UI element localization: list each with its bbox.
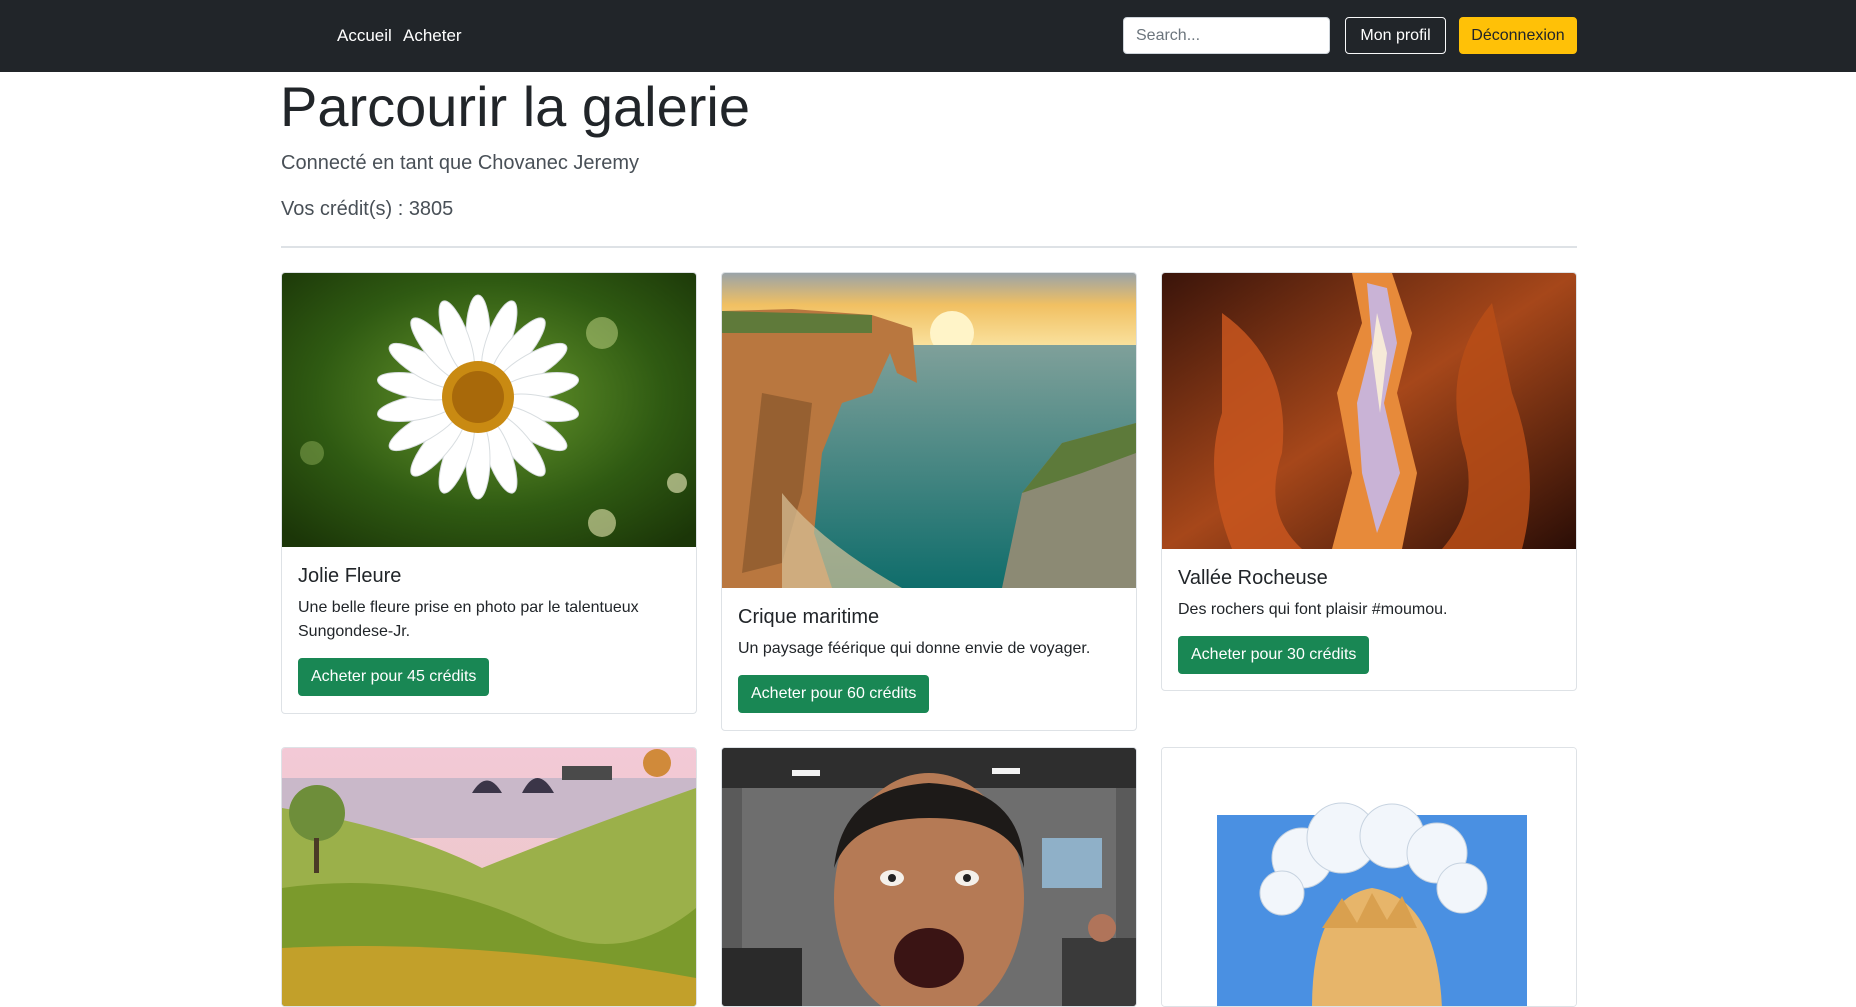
- gallery-card: [281, 747, 697, 1007]
- card-body: Crique maritime Un paysage féérique qui …: [738, 606, 1118, 713]
- card-text: Des rochers qui font plaisir #moumou.: [1178, 601, 1448, 618]
- card-text: Un paysage féérique qui donne envie de v…: [738, 640, 1091, 657]
- card-image-sea-cliff: [722, 273, 1136, 588]
- profile-button[interactable]: Mon profil: [1345, 17, 1446, 54]
- top-navbar: Accueil Acheter Mon profil Déconnexion: [0, 0, 1856, 72]
- card-body: Vallée Rocheuse Des rochers qui font pla…: [1178, 567, 1558, 674]
- card-image-canyon: [1162, 273, 1576, 549]
- gallery-card: Jolie Fleure Une belle fleure prise en p…: [281, 272, 697, 714]
- divider: [281, 246, 1577, 248]
- card-image-anime-character: [1162, 748, 1576, 1006]
- buy-button[interactable]: Acheter pour 45 crédits: [298, 658, 490, 696]
- credits-text: Vos crédit(s) : 3805: [281, 198, 454, 220]
- buy-button[interactable]: Acheter pour 60 crédits: [738, 675, 930, 713]
- card-body: Jolie Fleure Une belle fleure prise en p…: [298, 565, 678, 696]
- search-input[interactable]: [1123, 17, 1330, 54]
- connected-user-text: Connecté en tant que Chovanec Jeremy: [281, 152, 639, 174]
- card-title: Crique maritime: [738, 606, 880, 628]
- card-image-game-landscape: [282, 748, 696, 1006]
- gallery-card: [721, 747, 1137, 1007]
- card-title: Jolie Fleure: [298, 565, 402, 587]
- card-title: Vallée Rocheuse: [1178, 567, 1328, 589]
- card-image-screaming-man: [722, 748, 1136, 1006]
- gallery-card: Crique maritime Un paysage féérique qui …: [721, 272, 1137, 731]
- page-title: Parcourir la galerie: [280, 75, 750, 138]
- card-image-daisy: [282, 273, 696, 547]
- nav-link-acheter[interactable]: Acheter: [403, 26, 462, 46]
- gallery-card: Vallée Rocheuse Des rochers qui font pla…: [1161, 272, 1577, 691]
- nav-link-accueil[interactable]: Accueil: [337, 26, 392, 46]
- card-text: Une belle fleure prise en photo par le t…: [298, 599, 639, 640]
- gallery-card: [1161, 747, 1577, 1007]
- logout-button[interactable]: Déconnexion: [1459, 17, 1577, 54]
- buy-button[interactable]: Acheter pour 30 crédits: [1178, 636, 1370, 674]
